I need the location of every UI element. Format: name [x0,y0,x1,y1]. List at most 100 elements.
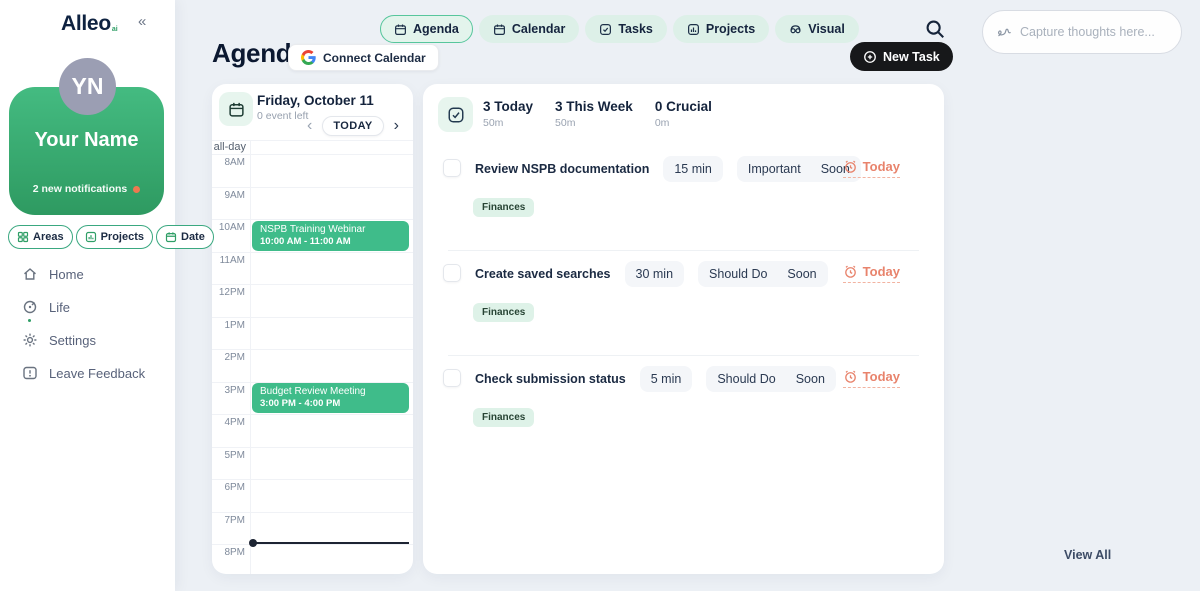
task-row: Review NSPB documentation 15 min Importa… [423,146,944,251]
sidebar-item-settings[interactable]: Settings [22,330,145,350]
task-main: Create saved searches 30 min Should Do S… [475,261,794,287]
event-title: NSPB Training Webinar [260,224,401,235]
hour-label: 11AM [212,255,245,266]
view-all-link[interactable]: View All [1064,548,1111,562]
sidebar-filters: Areas Projects Date [8,225,214,249]
task-tag: Finances [473,198,534,217]
hour-label: 6PM [212,482,245,493]
urgency-label: Soon [787,267,816,281]
check-square-icon [599,23,612,36]
target-icon [22,299,38,315]
priority-pill: Should Do Soon [706,366,836,392]
connect-calendar-button[interactable]: Connect Calendar [288,44,439,71]
tab-visual[interactable]: Visual [775,15,859,43]
calendar-panel-icon [219,92,253,126]
task-main: Check submission status 5 min Should Do … [475,366,794,392]
gear-icon [22,332,38,348]
tab-label: Agenda [413,22,459,36]
today-button[interactable]: TODAY [322,116,383,136]
capture-thoughts-input[interactable] [1020,25,1169,39]
filter-label: Projects [101,231,144,243]
filter-label: Date [181,231,205,243]
sidebar-collapse-icon[interactable]: « [134,11,150,32]
avatar[interactable]: YN [59,58,116,115]
task-tag: Finances [473,303,534,322]
task-title[interactable]: Review NSPB documentation [475,162,649,176]
tab-projects[interactable]: Projects [673,15,769,43]
task-checkbox[interactable] [443,369,461,387]
task-list: Review NSPB documentation 15 min Importa… [423,146,944,461]
logo-text: Alleo [61,12,111,36]
filter-date[interactable]: Date [156,225,214,249]
agenda-icon [394,23,407,36]
due-date-chip[interactable]: Today [843,264,900,283]
hour-label: 1PM [212,320,245,331]
urgency-label: Soon [796,372,825,386]
notifications-link[interactable]: 2 new notifications [9,183,164,195]
hour-label: 10AM [212,222,245,233]
task-checkbox[interactable] [443,159,461,177]
task-main: Review NSPB documentation 15 min Importa… [475,156,794,182]
tasks-panel: 3 Today 50m 3 This Week 50m 0 Crucial 0m… [423,84,944,574]
tab-label: Visual [808,22,845,36]
summary-crucial: 0 Crucial 0m [655,99,712,129]
filter-areas[interactable]: Areas [8,225,73,249]
sidebar: Alleo ai « Your Name 2 new notifications… [0,0,175,591]
due-label: Today [863,159,900,174]
hour-label: 8AM [212,157,245,168]
projects-chart-icon [687,23,700,36]
tab-agenda[interactable]: Agenda [380,15,473,43]
task-row: Check submission status 5 min Should Do … [423,356,944,461]
due-label: Today [863,369,900,384]
task-title[interactable]: Create saved searches [475,267,611,281]
notifications-text: 2 new notifications [33,183,128,195]
tab-label: Projects [706,22,755,36]
projects-chart-icon [85,231,97,243]
next-day-icon[interactable]: › [392,118,401,134]
filter-label: Areas [33,231,64,243]
agenda-calendar-panel: Friday, October 11 0 event left ‹ TODAY … [212,84,413,574]
filter-projects[interactable]: Projects [76,225,153,249]
calendar-event[interactable]: Budget Review Meeting 3:00 PM - 4:00 PM [252,383,409,413]
tab-tasks[interactable]: Tasks [585,15,667,43]
due-date-chip[interactable]: Today [843,159,900,178]
tab-label: Calendar [512,22,566,36]
feedback-icon [22,365,38,381]
alarm-clock-icon [843,159,858,174]
tab-calendar[interactable]: Calendar [479,15,580,43]
sidebar-item-home[interactable]: Home [22,264,145,284]
task-checkbox[interactable] [443,264,461,282]
main-nav-tabs: Agenda Calendar Tasks Projects Visual [380,15,859,43]
hour-label: 9AM [212,190,245,201]
capture-thoughts-box [982,10,1182,54]
connect-calendar-label: Connect Calendar [323,51,426,65]
event-time: 10:00 AM - 11:00 AM [260,236,401,247]
task-row: Create saved searches 30 min Should Do S… [423,251,944,356]
user-name: Your Name [9,129,164,152]
sidebar-item-leave-feedback[interactable]: Leave Feedback [22,363,145,383]
summary-this-week: 3 This Week 50m [555,99,633,129]
event-time: 3:00 PM - 4:00 PM [260,398,401,409]
new-task-button[interactable]: New Task [850,42,953,71]
tab-label: Tasks [618,22,653,36]
hour-label: 3PM [212,385,245,396]
new-task-label: New Task [883,50,940,64]
areas-grid-icon [17,231,29,243]
calendar-event[interactable]: NSPB Training Webinar 10:00 AM - 11:00 A… [252,221,409,251]
search-icon[interactable] [924,18,946,40]
task-tag: Finances [473,408,534,427]
tasks-panel-icon [438,97,473,132]
task-title[interactable]: Check submission status [475,372,626,386]
prev-day-icon[interactable]: ‹ [305,118,314,134]
tasks-summary: 3 Today 50m 3 This Week 50m 0 Crucial 0m [483,99,712,129]
sidebar-item-life[interactable]: Life [22,297,145,317]
priority-label: Important [748,162,801,176]
calendar-icon [228,101,245,118]
summary-time: 50m [555,117,633,129]
calendar-date-title: Friday, October 11 [257,93,374,108]
sidebar-menu: Home Life Settings Leave Feedback [22,264,145,396]
due-date-chip[interactable]: Today [843,369,900,388]
alarm-clock-icon [843,264,858,279]
sidebar-item-label: Life [49,300,70,315]
all-day-label: all-day [212,140,246,155]
